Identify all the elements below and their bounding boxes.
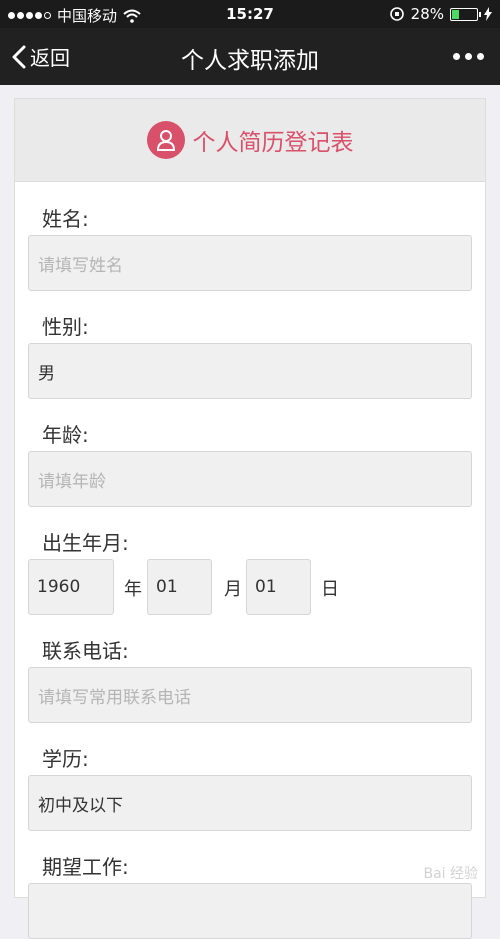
day-unit: 日 (321, 579, 339, 600)
rotation-lock-icon (389, 7, 404, 21)
form-title: 个人简历登记表 (192, 130, 354, 156)
phone-label: 联系电话: (42, 639, 129, 663)
age-label: 年龄: (42, 423, 89, 447)
battery-fill (452, 9, 459, 19)
user-icon (146, 121, 185, 159)
birth-day-select[interactable]: 01 (246, 559, 311, 615)
education-select[interactable]: 初中及以下 (28, 775, 472, 831)
status-bar: 中国移动 15:27 28% (0, 0, 500, 28)
name-input[interactable]: 请填写姓名 (28, 235, 472, 291)
more-dot-icon (477, 53, 484, 60)
gender-select[interactable]: 男 (28, 343, 472, 399)
birth-year-select[interactable]: 1960 (28, 559, 114, 615)
nav-bar: 返回 个人求职添加 (0, 28, 500, 85)
more-dot-icon (465, 53, 472, 60)
education-label: 学历: (42, 747, 89, 771)
month-unit: 月 (224, 579, 242, 600)
battery-icon (450, 7, 481, 21)
phone-input[interactable]: 请填写常用联系电话 (28, 667, 472, 723)
birth-label: 出生年月: (42, 531, 129, 555)
battery-percent: 28% (410, 5, 444, 23)
status-right: 28% (389, 5, 492, 23)
year-unit: 年 (124, 579, 142, 600)
form-card: 个人简历登记表 姓名: 请填写姓名 性别: 男 年龄: 请填年龄 出生年月: 1… (14, 98, 486, 939)
job-label: 期望工作: (42, 855, 129, 879)
watermark: Bai 经验 (423, 866, 478, 882)
gender-label: 性别: (42, 315, 89, 339)
name-label: 姓名: (42, 207, 89, 231)
age-input[interactable]: 请填年龄 (28, 451, 472, 507)
charging-icon (484, 7, 492, 21)
job-input[interactable] (28, 883, 472, 939)
more-button[interactable] (453, 53, 484, 60)
form-header: 个人简历登记表 (15, 99, 485, 182)
birth-month-select[interactable]: 01 (147, 559, 212, 615)
more-dot-icon (453, 53, 460, 60)
page-title: 个人求职添加 (181, 48, 319, 74)
